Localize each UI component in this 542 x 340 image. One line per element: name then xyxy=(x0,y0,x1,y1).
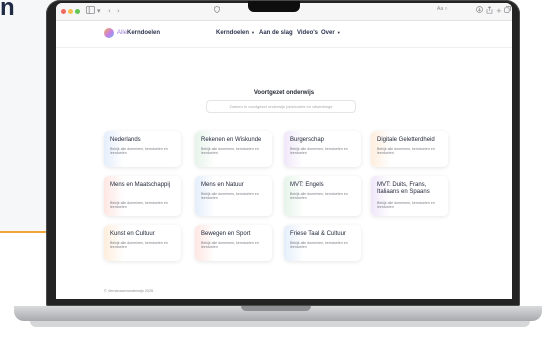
subject-card-rekenen-en-wiskunde[interactable]: Rekenen en Wiskunde Bekijk alle domeinen… xyxy=(195,131,272,167)
card-title: Friese Taal & Cultuur xyxy=(290,231,346,237)
card-description: Bekijk alle domeinen, kerndoelen en leer… xyxy=(201,241,259,250)
maximize-window-button[interactable] xyxy=(75,9,80,14)
share-icon-svg xyxy=(486,6,493,14)
chevron-down-icon[interactable]: ▾ xyxy=(97,6,101,16)
subject-card-friese-taal-en-cultuur[interactable]: Friese Taal & Cultuur Bekijk alle domein… xyxy=(284,225,361,261)
card-title: Bewegen en Sport xyxy=(201,231,251,237)
camera-notch xyxy=(248,1,300,12)
subject-card-bewegen-en-sport[interactable]: Bewegen en Sport Bekijk alle domeinen, k… xyxy=(195,225,272,261)
new-tab-icon[interactable]: + xyxy=(496,6,502,16)
card-title: Digitale Geletterdheid xyxy=(377,137,435,143)
shield-icon xyxy=(214,6,220,16)
site-logo-text[interactable]: AlleKerndoelen xyxy=(117,30,160,36)
laptop-base-groove xyxy=(241,306,311,311)
card-title: MVT: Duits, Frans, Italiaans en Spaans xyxy=(377,182,430,195)
subject-card-burgerschap[interactable]: Burgerschap Bekijk alle domeinen, kerndo… xyxy=(284,131,361,167)
subject-card-mens-en-maatschappij[interactable]: Mens en Maatschappij Bekijk alle domeine… xyxy=(104,176,181,216)
laptop-base-shadow xyxy=(30,321,530,327)
shield-icon-svg xyxy=(214,6,220,13)
reader-aa-label[interactable]: Aa ○ xyxy=(437,6,448,12)
card-title: MVT: Engels xyxy=(290,182,324,188)
nav-item-videos[interactable]: Video's xyxy=(297,30,318,36)
card-title: Rekenen en Wiskunde xyxy=(201,137,262,143)
nav-label: Aan de slag xyxy=(259,30,293,36)
tab-overview-icon-svg xyxy=(504,6,511,13)
tab-overview-icon[interactable] xyxy=(504,6,511,16)
logo-prefix: Alle xyxy=(117,30,128,36)
nav-item-kerndoelen[interactable]: Kerndoelen ▼ xyxy=(216,30,255,36)
sidebar-toggle-icon[interactable] xyxy=(86,6,95,17)
nav-item-over[interactable]: Over ▼ xyxy=(321,30,341,36)
card-description: Bekijk alle domeinen, kerndoelen en leer… xyxy=(377,147,435,156)
download-icon[interactable] xyxy=(476,6,483,16)
site-header: AlleKerndoelen Kerndoelen ▼ Aan de slag V… xyxy=(56,21,512,48)
close-window-button[interactable] xyxy=(61,9,66,14)
card-description: Bekijk alle domeinen, kerndoelen en leer… xyxy=(201,147,259,156)
subject-card-digitale-geletterdheid[interactable]: Digitale Geletterdheid Bekijk alle domei… xyxy=(371,131,448,167)
nav-item-aan-de-slag[interactable]: Aan de slag xyxy=(259,30,293,36)
subject-card-nederlands[interactable]: Nederlands Bekijk alle domeinen, kerndoe… xyxy=(104,131,181,167)
share-icon[interactable] xyxy=(486,6,493,17)
footer-copyright: © Vernieuwenonderwijs 2026 xyxy=(104,289,154,293)
back-arrow-icon[interactable]: ‹ xyxy=(108,6,111,16)
subject-card-kunst-en-cultuur[interactable]: Kunst en Cultuur Bekijk alle domeinen, k… xyxy=(104,225,181,261)
backdrop-heading: n xyxy=(0,0,15,21)
nav-label: Video's xyxy=(297,30,318,36)
card-description: Bekijk alle domeinen, kerndoelen en leer… xyxy=(110,201,168,210)
card-title: Mens en Natuur xyxy=(201,182,244,188)
card-title: Burgerschap xyxy=(290,137,325,143)
card-title: Mens en Maatschappij xyxy=(110,182,171,188)
chevron-down-icon: ▼ xyxy=(336,30,341,35)
card-description: Bekijk alle domeinen, kerndoelen en leer… xyxy=(290,147,348,156)
chevron-down-icon: ▼ xyxy=(251,30,255,35)
card-description: Bekijk alle domeinen, kerndoelen en leer… xyxy=(377,201,435,210)
page-title: Voortgezet onderwijs xyxy=(253,90,315,96)
subject-card-mens-en-natuur[interactable]: Mens en Natuur Bekijk alle domeinen, ker… xyxy=(195,176,272,216)
nav-label: Over xyxy=(321,30,335,36)
card-title: Nederlands xyxy=(110,137,141,143)
subject-card-mvt-duits-frans-italiaans-spaans[interactable]: MVT: Duits, Frans, Italiaans en Spaans B… xyxy=(371,176,448,216)
card-description: Bekijk alle domeinen, kerndoelen en leer… xyxy=(290,192,348,201)
sidebar-toggle-icon-svg xyxy=(86,6,95,14)
nav-label: Kerndoelen xyxy=(216,30,250,36)
card-title: Kunst en Cultuur xyxy=(110,231,155,237)
card-description: Bekijk alle domeinen, kerndoelen en leer… xyxy=(290,241,348,250)
forward-arrow-icon[interactable]: › xyxy=(117,6,120,16)
card-description: Bekijk alle domeinen, kerndoelen en leer… xyxy=(201,192,259,201)
search-input[interactable] xyxy=(206,100,356,113)
laptop-screen: ▾ ‹ › Aa ○ + AlleKerndoelen Kerndoelen ▼… xyxy=(56,3,512,299)
card-description: Bekijk alle domeinen, kerndoelen en leer… xyxy=(110,147,168,156)
logo-name: Kerndoelen xyxy=(127,30,161,36)
card-description: Bekijk alle domeinen, kerndoelen en leer… xyxy=(110,241,168,250)
download-icon-svg xyxy=(476,6,483,13)
minimize-window-button[interactable] xyxy=(68,9,73,14)
subject-card-mvt-engels[interactable]: MVT: Engels Bekijk alle domeinen, kerndo… xyxy=(284,176,361,216)
logo-icon[interactable] xyxy=(104,28,114,38)
